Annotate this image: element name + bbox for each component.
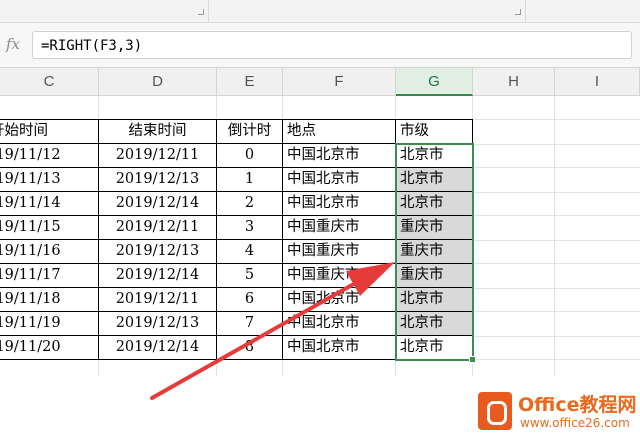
red-arrow-icon [150, 262, 395, 400]
watermark-title: Office教程网 [518, 394, 637, 416]
office-logo-icon [478, 392, 512, 430]
watermark-url: www.office26.com [520, 416, 630, 430]
watermark-logo: Office教程网 www.office26.com [476, 386, 640, 437]
